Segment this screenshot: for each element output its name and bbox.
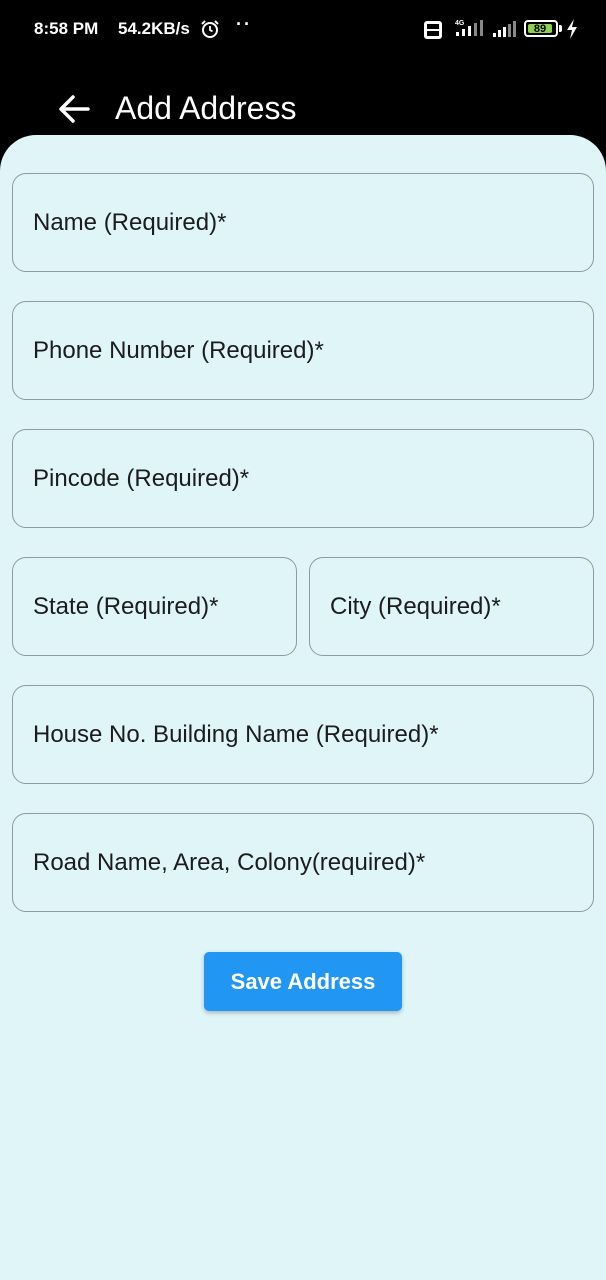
status-time: 8:58 PM <box>34 19 99 38</box>
house-field[interactable]: House No. Building Name (Required)* <box>12 685 594 784</box>
state-placeholder: State (Required)* <box>33 592 219 620</box>
battery-icon: 89 <box>524 20 558 37</box>
road-field[interactable]: Road Name, Area, Colony(required)* <box>12 813 594 912</box>
road-placeholder: Road Name, Area, Colony(required)* <box>33 848 426 876</box>
back-arrow-icon[interactable] <box>58 94 90 124</box>
alarm-icon <box>201 20 219 38</box>
battery-tip <box>559 25 562 32</box>
network-speed: 54.2KB/s <box>118 19 190 38</box>
state-field[interactable]: State (Required)* <box>12 557 297 656</box>
name-field[interactable]: Name (Required)* <box>12 173 594 272</box>
network-label: 4G <box>455 20 465 27</box>
city-field[interactable]: City (Required)* <box>309 557 594 656</box>
notification-dots: ·· <box>236 14 252 34</box>
signal-icon <box>493 21 516 37</box>
volte-icon <box>424 21 442 39</box>
pincode-field[interactable]: Pincode (Required)* <box>12 429 594 528</box>
battery-level: 89 <box>528 24 552 35</box>
pincode-placeholder: Pincode (Required)* <box>33 464 250 492</box>
page-title: Add Address <box>115 90 297 126</box>
signal-4g-icon: 4G <box>455 20 483 36</box>
phone-field[interactable]: Phone Number (Required)* <box>12 301 594 400</box>
name-placeholder: Name (Required)* <box>33 208 227 236</box>
city-placeholder: City (Required)* <box>330 592 501 620</box>
app-bar: Add Address <box>0 60 606 140</box>
house-placeholder: House No. Building Name (Required)* <box>33 720 439 748</box>
save-address-button[interactable]: Save Address <box>204 952 402 1011</box>
charging-icon <box>567 19 577 39</box>
status-bar: 8:58 PM 54.2KB/s ·· 4G 89 <box>0 0 606 60</box>
phone-placeholder: Phone Number (Required)* <box>33 336 324 364</box>
